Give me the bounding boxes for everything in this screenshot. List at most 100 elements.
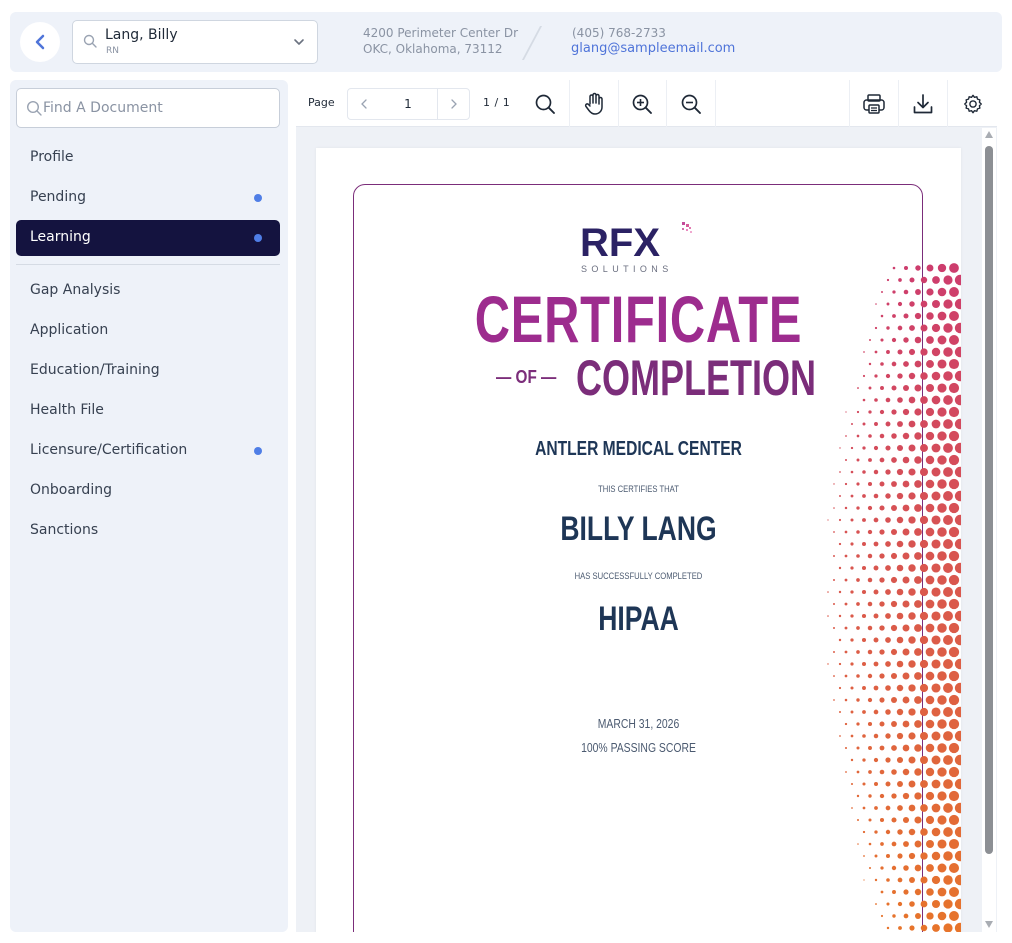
pattern-dot xyxy=(879,649,885,655)
pattern-dot xyxy=(920,300,928,308)
scroll-down-arrow[interactable] xyxy=(985,921,993,928)
pattern-dot xyxy=(862,806,866,810)
find-document-search[interactable] xyxy=(16,88,280,128)
pattern-dot xyxy=(919,659,929,669)
pattern-dot xyxy=(948,574,960,586)
pattern-dot xyxy=(914,912,922,920)
pattern-dot xyxy=(925,671,935,681)
pattern-dot xyxy=(920,348,928,356)
pattern-dot xyxy=(867,697,873,703)
pattern-dot xyxy=(890,528,898,536)
pattern-dot xyxy=(891,841,897,847)
pattern-dot xyxy=(862,782,866,786)
chevron-down-icon xyxy=(294,39,304,45)
pattern-dot xyxy=(931,395,941,405)
sidebar-item-education-training[interactable]: Education/Training xyxy=(16,353,280,389)
pattern-dot xyxy=(850,662,854,666)
pattern-dot xyxy=(943,923,953,932)
certificate-completion-text: COMPLETION xyxy=(576,350,816,406)
pattern-dot xyxy=(919,587,929,597)
settings-gear-icon xyxy=(963,94,982,113)
sidebar-item-onboarding[interactable]: Onboarding xyxy=(16,473,280,509)
pattern-dot xyxy=(948,862,960,874)
sidebar-item-application[interactable]: Application xyxy=(16,313,280,349)
sidebar-item-learning[interactable]: Learning xyxy=(16,220,280,256)
pattern-dot xyxy=(926,840,934,848)
sidebar-item-gap-analysis[interactable]: Gap Analysis xyxy=(16,273,280,309)
pattern-dot xyxy=(891,409,897,415)
header-divider xyxy=(521,26,543,60)
person-selector[interactable]: Lang, Billy RN xyxy=(72,20,318,64)
pattern-dot xyxy=(902,408,910,416)
document-canvas[interactable]: RFX SOLUTIONS CERTIFICATE — OF — COMPLET… xyxy=(296,128,997,932)
pattern-dot xyxy=(850,470,854,474)
pan-tool-button[interactable] xyxy=(570,80,619,127)
pattern-dot xyxy=(931,563,941,573)
pattern-dot xyxy=(931,635,941,645)
print-button[interactable] xyxy=(849,80,898,127)
chevron-right-icon xyxy=(450,99,457,109)
pattern-dot xyxy=(896,732,904,740)
pattern-dot xyxy=(948,694,960,706)
pattern-dot xyxy=(838,638,842,642)
pattern-dot xyxy=(873,733,879,739)
page-number-field[interactable] xyxy=(379,88,437,120)
pattern-dot xyxy=(880,338,884,342)
pattern-dot xyxy=(873,589,879,595)
pattern-dot xyxy=(931,731,941,741)
sidebar-item-health-file[interactable]: Health File xyxy=(16,393,280,429)
pattern-dot xyxy=(937,575,947,585)
download-button[interactable] xyxy=(898,80,947,127)
scroll-thumb[interactable] xyxy=(985,146,993,854)
pattern-dot xyxy=(931,827,941,837)
find-document-input[interactable] xyxy=(43,89,273,127)
sidebar-item-licensure-certification[interactable]: Licensure/Certification xyxy=(16,433,280,469)
pattern-dot xyxy=(931,515,941,525)
pattern-dot xyxy=(954,370,961,382)
email-link[interactable]: glang@sampleemail.com xyxy=(571,41,735,56)
pattern-dot xyxy=(886,878,890,882)
zoom-out-button[interactable] xyxy=(667,80,716,127)
pattern-dot xyxy=(868,794,872,798)
pattern-dot xyxy=(908,540,916,548)
pattern-dot xyxy=(948,742,960,754)
pattern-dot xyxy=(897,397,903,403)
pattern-dot xyxy=(857,387,859,389)
sidebar-item-profile[interactable]: Profile xyxy=(16,140,280,176)
pattern-dot xyxy=(850,686,854,690)
pattern-dot xyxy=(954,442,961,454)
pattern-dot xyxy=(919,683,929,693)
pattern-dot xyxy=(844,674,848,678)
pattern-dot xyxy=(943,803,953,813)
search-button[interactable] xyxy=(521,80,570,127)
pattern-dot xyxy=(954,586,961,598)
pattern-dot xyxy=(920,900,928,908)
certificate-title: CERTIFICATE xyxy=(474,282,803,356)
pattern-dot xyxy=(861,589,867,595)
pattern-dot xyxy=(914,384,922,392)
completion-date: MARCH 31, 2026 xyxy=(597,716,680,731)
pattern-dot xyxy=(867,673,873,679)
next-page-button[interactable] xyxy=(437,88,470,120)
pattern-dot xyxy=(903,865,909,871)
vertical-scrollbar[interactable] xyxy=(982,128,996,932)
pattern-dot xyxy=(914,792,922,800)
pattern-dot xyxy=(931,683,941,693)
pattern-dot xyxy=(902,744,910,752)
previous-page-button[interactable] xyxy=(347,88,380,120)
back-button[interactable] xyxy=(20,22,60,62)
pattern-dot xyxy=(931,323,941,333)
pattern-dot xyxy=(875,903,877,905)
pattern-dot xyxy=(879,697,885,703)
scroll-up-arrow[interactable] xyxy=(985,131,993,138)
sidebar-item-pending[interactable]: Pending xyxy=(16,180,280,216)
pattern-dot xyxy=(873,781,879,787)
zoom-in-button[interactable] xyxy=(618,80,667,127)
sidebar-item-sanctions[interactable]: Sanctions xyxy=(16,513,280,549)
settings-button[interactable] xyxy=(947,80,997,127)
page-number-input[interactable] xyxy=(381,97,435,111)
pattern-dot xyxy=(844,554,848,558)
sidebar-item-label: Gap Analysis xyxy=(30,282,121,298)
pattern-dot xyxy=(880,362,884,366)
pattern-dot xyxy=(862,470,866,474)
